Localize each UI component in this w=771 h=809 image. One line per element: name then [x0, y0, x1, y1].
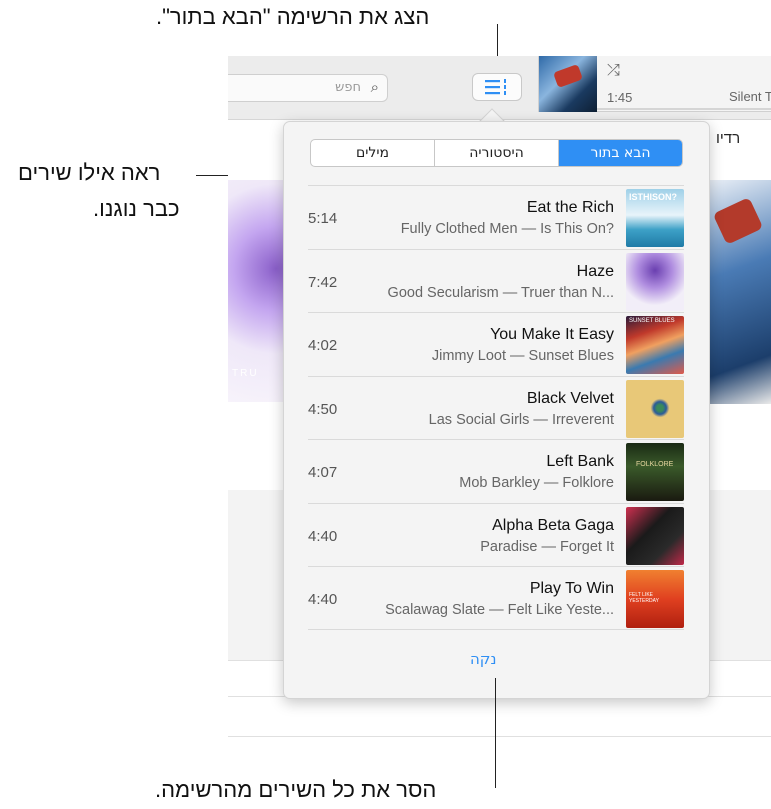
- progress-bar[interactable]: [597, 108, 771, 110]
- song-title: Play To Win: [529, 580, 614, 597]
- album-art: FOLKLORE: [626, 443, 684, 501]
- now-playing-artwork: [539, 56, 597, 112]
- upnext-segmented-control: מילים היסטוריה הבא בתור: [310, 139, 683, 167]
- callout-clear-all: הסר את כל השירים מהרשימה.: [155, 777, 437, 802]
- song-duration: 4:40: [308, 527, 338, 545]
- song-duration: 4:40: [308, 591, 338, 608]
- now-playing-title: Silent T: [729, 89, 771, 104]
- album-art: [626, 379, 684, 438]
- song-title: Black Velvet: [526, 389, 614, 407]
- song-title: You Make It Easy: [490, 326, 614, 343]
- song-duration: 4:07: [308, 464, 338, 481]
- album-art-text: SUNSET BLUES: [629, 318, 675, 324]
- song-row[interactable]: FOLKLORE Left Bank Mob Barkley — Folklor…: [308, 439, 684, 503]
- album-art-text: ISTHISON?: [629, 192, 678, 202]
- album-art-decoration: [648, 397, 672, 418]
- album-art: [626, 506, 684, 565]
- tab-upnext[interactable]: הבא בתור: [558, 140, 682, 166]
- now-playing-panel[interactable]: ⤮ 1:45 Silent T: [538, 56, 771, 112]
- album-art-text: FELT LIKE YESTERDAY: [629, 592, 659, 604]
- song-row[interactable]: Black Velvet Las Social Girls — Irrevere…: [308, 375, 684, 440]
- tab-lyrics[interactable]: מילים: [311, 140, 434, 166]
- callout-history-line2: כבר נוגנו.: [93, 196, 180, 221]
- background-album-art-right: [710, 180, 771, 404]
- song-title: Eat the Rich: [526, 199, 614, 216]
- search-field[interactable]: ⌕ חפש: [228, 74, 388, 102]
- song-duration: 7:42: [308, 273, 338, 291]
- magnifier-icon: ⌕: [370, 79, 379, 96]
- song-artist-album: Fully Clothed Men — Is This On?: [400, 221, 614, 237]
- song-duration: 4:02: [308, 337, 338, 354]
- song-artist-album: Jimmy Loot — Sunset Blues: [431, 348, 614, 364]
- search-placeholder: חפש: [335, 80, 361, 95]
- album-art: ISTHISON?: [626, 189, 684, 247]
- song-title: Left Bank: [546, 453, 614, 470]
- tab-radio[interactable]: רדיו: [716, 130, 740, 147]
- song-title: Haze: [576, 262, 614, 280]
- song-row[interactable]: SUNSET BLUES You Make It Easy Jimmy Loot…: [308, 312, 684, 376]
- divider: [228, 736, 771, 737]
- upnext-button[interactable]: [472, 73, 522, 101]
- album-art-text: FOLKLORE: [636, 461, 674, 468]
- callout-line-bottom: [495, 678, 496, 788]
- song-title: Alpha Beta Gaga: [492, 516, 614, 534]
- song-artist-album: Good Secularism — Truer than N...: [387, 284, 614, 301]
- song-artist-album: Paradise — Forget It: [480, 538, 614, 555]
- song-row[interactable]: Haze Good Secularism — Truer than N... 7…: [308, 248, 684, 313]
- song-artist-album: Las Social Girls — Irreverent: [428, 411, 614, 428]
- list-icon: [485, 79, 506, 95]
- album-art: SUNSET BLUES: [626, 316, 684, 374]
- song-row[interactable]: ISTHISON? Eat the Rich Fully Clothed Men…: [308, 185, 684, 249]
- song-row[interactable]: Alpha Beta Gaga Paradise — Forget It 4:4…: [308, 502, 684, 567]
- album-art: [626, 252, 684, 311]
- shuffle-icon[interactable]: ⤮: [607, 62, 620, 80]
- elapsed-time: 1:45: [607, 90, 633, 105]
- song-duration: 5:14: [308, 210, 338, 227]
- upnext-song-list: ISTHISON? Eat the Rich Fully Clothed Men…: [308, 185, 684, 630]
- callout-show-upnext: הצג את הרשימה "הבא בתור".: [156, 4, 430, 29]
- album-art: FELT LIKE YESTERDAY: [626, 570, 684, 628]
- tab-history[interactable]: היסטוריה: [434, 140, 558, 166]
- song-row[interactable]: FELT LIKE YESTERDAY Play To Win Scalawag…: [308, 566, 684, 630]
- clear-button[interactable]: נקה: [470, 650, 496, 668]
- song-duration: 4:50: [308, 400, 338, 418]
- background-art-text: TRU: [232, 368, 259, 379]
- song-artist-album: Mob Barkley — Folklore: [459, 475, 614, 491]
- song-artist-album: Scalawag Slate — Felt Like Yeste...: [385, 602, 614, 618]
- toolbar: ⌕ חפש ⤮ 1:45 Silent T: [228, 56, 771, 120]
- callout-history-line1: ראה אילו שירים: [18, 160, 161, 185]
